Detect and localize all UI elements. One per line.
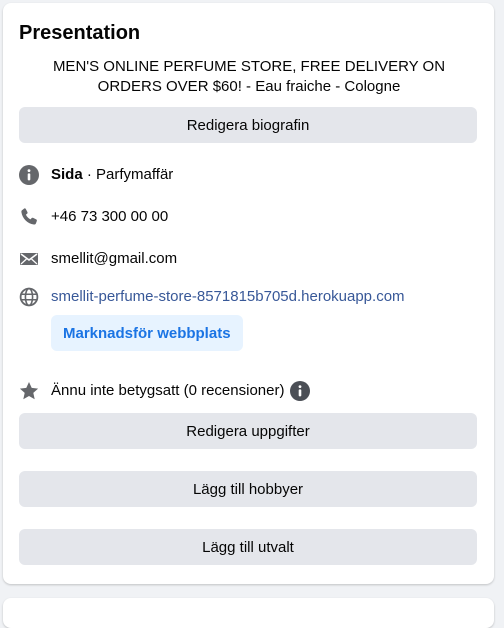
page-separator: · <box>82 166 97 183</box>
add-featured-button[interactable]: Lägg till utvalt <box>19 529 477 565</box>
website-row: smellit-perfume-store-8571815b705d.herok… <box>19 287 405 307</box>
rating-text: Ännu inte betygsatt (0 recensioner) <box>51 382 285 399</box>
edit-bio-button[interactable]: Redigera biografin <box>19 107 477 143</box>
edit-details-button[interactable]: Redigera uppgifter <box>19 413 477 449</box>
phone-icon <box>19 207 39 227</box>
rating-row: Ännu inte betygsatt (0 recensioner) <box>19 381 311 401</box>
add-hobbies-button[interactable]: Lägg till hobbyer <box>19 471 477 507</box>
envelope-icon <box>19 249 39 269</box>
globe-icon <box>19 287 39 307</box>
email-address: smellit@gmail.com <box>51 250 178 267</box>
next-card <box>3 598 494 628</box>
phone-number: +46 73 300 00 00 <box>51 208 169 225</box>
page-label: Sida <box>51 166 83 183</box>
star-icon <box>19 381 39 401</box>
promote-website-button[interactable]: Marknadsför webbplats <box>51 315 243 351</box>
website-link[interactable]: smellit-perfume-store-8571815b705d.herok… <box>51 287 405 307</box>
bio-text: MEN'S ONLINE PERFUME STORE, FREE DELIVER… <box>52 58 446 95</box>
intro-card: Presentation MEN'S ONLINE PERFUME STORE,… <box>3 3 494 584</box>
page-category-row: Sida · Parfymaffär <box>19 165 173 185</box>
section-title: Presentation <box>19 22 141 44</box>
info-icon <box>19 165 39 185</box>
rating-info-icon[interactable] <box>290 381 311 401</box>
phone-row: +46 73 300 00 00 <box>19 207 168 227</box>
email-row: smellit@gmail.com <box>19 249 177 269</box>
page-category: Parfymaffär <box>96 166 174 183</box>
